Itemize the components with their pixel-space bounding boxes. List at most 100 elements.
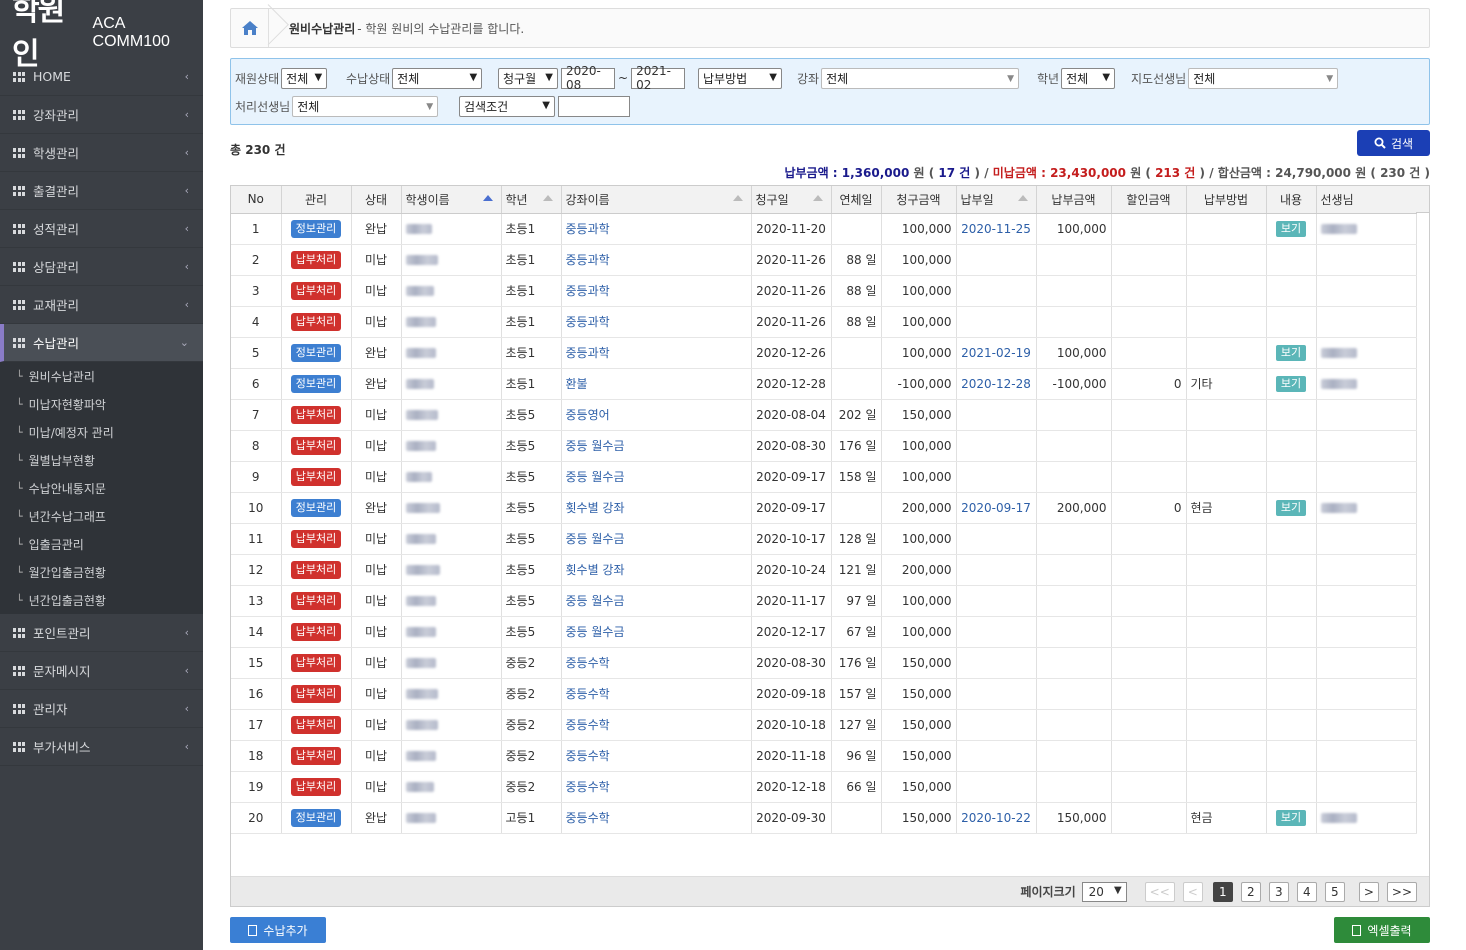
process-payment-button[interactable]: 납부처리 <box>290 250 342 269</box>
sidebar-item[interactable]: 문자메시지 ‹ <box>0 652 203 690</box>
course-name[interactable]: 중등 월수금 <box>561 461 752 493</box>
course-name[interactable]: 환불 <box>561 368 752 400</box>
handler-select[interactable]: 전체 ▼ <box>292 95 439 117</box>
submenu-item[interactable]: └ 원비수납관리 <box>0 362 203 390</box>
date-to-input[interactable]: 2021-02 <box>631 64 686 92</box>
course-name[interactable]: 중등과학 <box>561 337 752 369</box>
search-button[interactable]: 검색 <box>1357 130 1430 156</box>
paid-date[interactable] <box>956 678 1037 710</box>
enroll-status-select[interactable]: 전체 ▼ <box>281 67 328 89</box>
paid-date[interactable] <box>956 306 1037 338</box>
column-header[interactable]: 학년 <box>501 186 562 214</box>
sidebar-item[interactable]: 관리자 ‹ <box>0 690 203 728</box>
process-payment-button[interactable]: 납부처리 <box>290 312 342 331</box>
submenu-item[interactable]: └ 입출금관리 <box>0 530 203 558</box>
paid-date[interactable]: 2021-02-19 <box>956 337 1037 369</box>
course-name[interactable]: 중등과학 <box>561 213 752 245</box>
submenu-item[interactable]: └ 미납/예정자 관리 <box>0 418 203 446</box>
course-name[interactable]: 중등과학 <box>561 306 752 338</box>
excel-export-button[interactable]: 엑셀출력 <box>1334 917 1430 943</box>
view-button[interactable]: 보기 <box>1275 344 1307 361</box>
submenu-item[interactable]: └ 수납안내통지문 <box>0 474 203 502</box>
sidebar-item[interactable]: HOME ‹ <box>0 58 203 96</box>
teacher-select[interactable]: 전체 ▼ <box>1188 67 1339 89</box>
view-button[interactable]: 보기 <box>1275 809 1307 826</box>
info-manage-button[interactable]: 정보관리 <box>290 219 342 238</box>
process-payment-button[interactable]: 납부처리 <box>290 622 342 641</box>
sidebar-item[interactable]: 출결관리 ‹ <box>0 172 203 210</box>
course-select[interactable]: 전체 ▼ <box>821 67 1020 89</box>
process-payment-button[interactable]: 납부처리 <box>290 436 342 455</box>
course-name[interactable]: 중등과학 <box>561 275 752 307</box>
course-name[interactable]: 중등과학 <box>561 244 752 276</box>
course-name[interactable]: 횟수별 강좌 <box>561 492 752 524</box>
paid-date[interactable] <box>956 740 1037 772</box>
course-name[interactable]: 중등 월수금 <box>561 585 752 617</box>
paid-date[interactable]: 2020-10-22 <box>956 802 1037 834</box>
process-payment-button[interactable]: 납부처리 <box>290 746 342 765</box>
submenu-item[interactable]: └ 월간입출금현황 <box>0 558 203 586</box>
info-manage-button[interactable]: 정보관리 <box>290 343 342 362</box>
sidebar-item[interactable]: 상담관리 ‹ <box>0 248 203 286</box>
paid-date[interactable]: 2020-12-28 <box>956 368 1037 400</box>
paid-date[interactable] <box>956 244 1037 276</box>
course-name[interactable]: 중등영어 <box>561 399 752 431</box>
process-payment-button[interactable]: 납부처리 <box>290 529 342 548</box>
pay-status-select[interactable]: 전체 ▼ <box>392 67 483 89</box>
page-size-select[interactable]: 20 ▼ <box>1081 881 1127 902</box>
process-payment-button[interactable]: 납부처리 <box>290 560 342 579</box>
process-payment-button[interactable]: 납부처리 <box>290 684 342 703</box>
add-payment-button[interactable]: 수납추가 <box>230 917 326 943</box>
course-name[interactable]: 중등수학 <box>561 647 752 679</box>
paid-date[interactable] <box>956 647 1037 679</box>
paid-date[interactable] <box>956 771 1037 803</box>
view-button[interactable]: 보기 <box>1275 220 1307 237</box>
paid-date[interactable]: 2020-09-17 <box>956 492 1037 524</box>
search-input[interactable] <box>558 95 630 117</box>
paid-date[interactable] <box>956 275 1037 307</box>
process-payment-button[interactable]: 납부처리 <box>290 405 342 424</box>
course-name[interactable]: 중등수학 <box>561 771 752 803</box>
process-payment-button[interactable]: 납부처리 <box>290 777 342 796</box>
submenu-item[interactable]: └ 년간입출금현황 <box>0 586 203 614</box>
column-header[interactable]: 납부일 <box>956 186 1037 214</box>
paid-date[interactable] <box>956 709 1037 741</box>
process-payment-button[interactable]: 납부처리 <box>290 591 342 610</box>
search-condition-select[interactable]: 검색조건 ▼ <box>459 95 555 117</box>
submenu-item[interactable]: └ 년간수납그래프 <box>0 502 203 530</box>
last-page-button[interactable]: >> <box>1386 881 1417 902</box>
prev-page-button[interactable]: < <box>1182 881 1203 902</box>
submenu-item[interactable]: └ 월별납부현황 <box>0 446 203 474</box>
info-manage-button[interactable]: 정보관리 <box>290 498 342 517</box>
course-name[interactable]: 중등수학 <box>561 678 752 710</box>
page-number-button[interactable]: 5 <box>1324 881 1345 902</box>
next-page-button[interactable]: > <box>1358 881 1379 902</box>
logo[interactable]: 학원인 ACA COMM100 <box>0 0 203 72</box>
course-name[interactable]: 중등 월수금 <box>561 523 752 555</box>
process-payment-button[interactable]: 납부처리 <box>290 467 342 486</box>
column-header[interactable]: 학생이름 <box>401 186 502 214</box>
page-number-button[interactable]: 3 <box>1268 881 1289 902</box>
pay-method-select[interactable]: 납부방법 ▼ <box>698 67 782 89</box>
date-from-input[interactable]: 2020-08 <box>561 64 615 92</box>
paid-date[interactable] <box>956 554 1037 586</box>
course-name[interactable]: 중등수학 <box>561 740 752 772</box>
sidebar-item[interactable]: 강좌관리 ‹ <box>0 96 203 134</box>
first-page-button[interactable]: << <box>1144 881 1175 902</box>
course-name[interactable]: 중등 월수금 <box>561 616 752 648</box>
sidebar-item[interactable]: 학생관리 ‹ <box>0 134 203 172</box>
paid-date[interactable] <box>956 430 1037 462</box>
sidebar-item[interactable]: 교재관리 ‹ <box>0 286 203 324</box>
paid-date[interactable] <box>956 461 1037 493</box>
column-header[interactable]: 청구일 <box>751 186 832 214</box>
sidebar-item[interactable]: 부가서비스 ‹ <box>0 728 203 766</box>
column-header[interactable]: 강좌이름 <box>561 186 752 214</box>
course-name[interactable]: 중등 월수금 <box>561 430 752 462</box>
month-type-select[interactable]: 청구월 ▼ <box>498 67 558 89</box>
info-manage-button[interactable]: 정보관리 <box>290 808 342 827</box>
sidebar-item[interactable]: 성적관리 ‹ <box>0 210 203 248</box>
info-manage-button[interactable]: 정보관리 <box>290 374 342 393</box>
process-payment-button[interactable]: 납부처리 <box>290 653 342 672</box>
course-name[interactable]: 중등수학 <box>561 709 752 741</box>
view-button[interactable]: 보기 <box>1275 499 1307 516</box>
